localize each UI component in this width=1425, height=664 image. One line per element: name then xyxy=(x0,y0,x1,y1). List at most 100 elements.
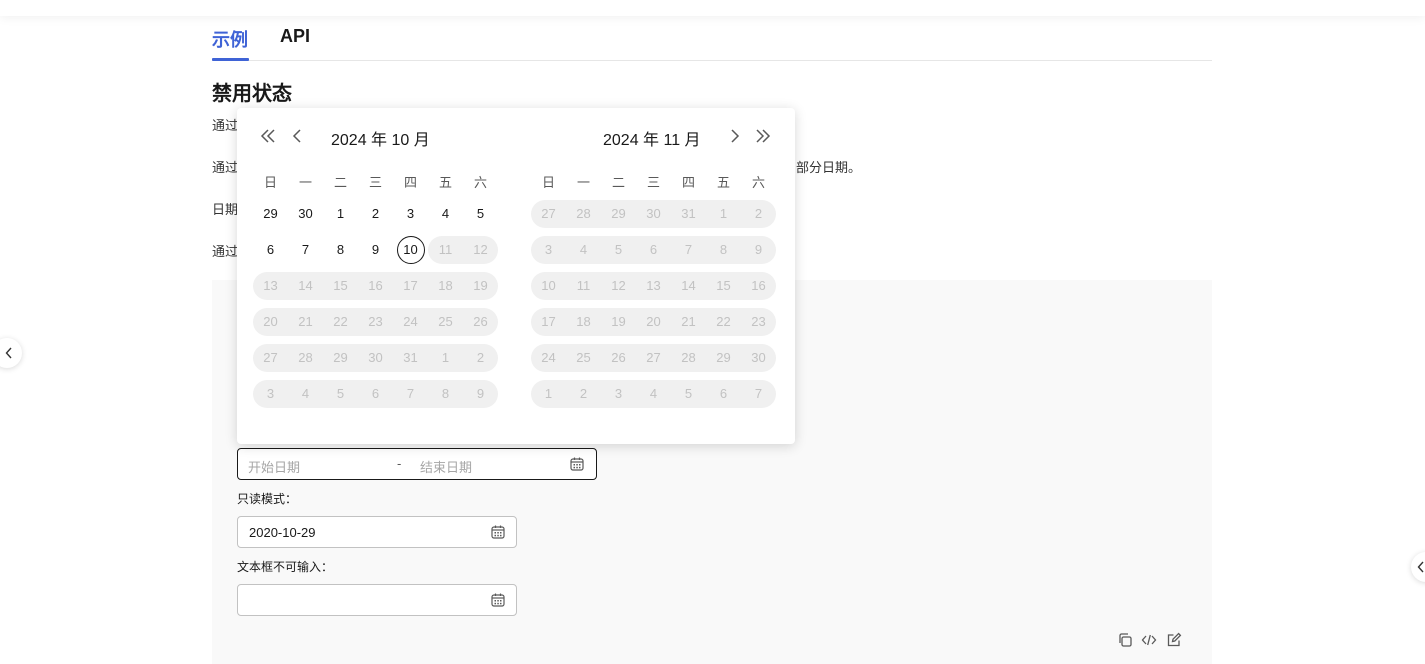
calendar-day-disabled: 6 xyxy=(371,386,380,401)
calendar-week-row: 27 28 29 30 31 1 2 xyxy=(253,344,503,372)
calendar-day[interactable]: 2 xyxy=(358,200,393,228)
calendar-day-disabled: 14 xyxy=(681,278,696,293)
calendar-day-disabled: 23 xyxy=(751,314,766,329)
calendar-day-disabled: 27 xyxy=(646,350,661,365)
chevron-right-icon[interactable] xyxy=(726,127,744,145)
description-line: 日期 xyxy=(212,202,239,217)
calendar-day-disabled: 20 xyxy=(263,314,278,329)
calendar-week-row: 3 4 5 6 7 8 9 xyxy=(253,380,503,408)
calendar-day[interactable]: 30 xyxy=(288,200,323,228)
copy-icon[interactable] xyxy=(1117,632,1133,648)
code-icon[interactable] xyxy=(1141,632,1157,648)
calendar-day[interactable]: 5 xyxy=(463,200,498,228)
calendar-week-row: 10 11 12 13 14 15 16 xyxy=(531,272,781,300)
calendar-day-disabled: 17 xyxy=(403,278,418,293)
calendar-day-disabled: 29 xyxy=(611,206,626,221)
calendar-day-disabled: 25 xyxy=(438,314,453,329)
calendar-day-disabled: 1 xyxy=(544,386,553,401)
calendar-day-disabled: 20 xyxy=(646,314,661,329)
calendar-day[interactable]: 9 xyxy=(358,236,393,264)
weekday-label: 三 xyxy=(646,175,660,190)
calendar-day-disabled: 4 xyxy=(301,386,310,401)
calendar-week-row: 24 25 26 27 28 29 30 xyxy=(531,344,781,372)
tab-api[interactable]: API xyxy=(280,26,310,47)
calendar-day-disabled: 3 xyxy=(266,386,275,401)
readonly-date-input[interactable]: 2020-10-29 xyxy=(237,516,517,548)
calendar-day-disabled: 15 xyxy=(716,278,731,293)
readonly-date-value: 2020-10-29 xyxy=(249,525,316,540)
weekday-label: 五 xyxy=(438,175,452,190)
calendar-day-disabled: 13 xyxy=(263,278,278,293)
calendar-day-disabled: 1 xyxy=(441,350,450,365)
side-panel-expand-button[interactable] xyxy=(1411,552,1425,582)
calendar-icon[interactable] xyxy=(491,593,505,607)
calendar-day-disabled: 30 xyxy=(751,350,766,365)
calendar-day[interactable]: 1 xyxy=(323,200,358,228)
week-rows: 29 30 1 2 3 4 5 6 7 8 9 10 11 12 13 14 15 16 17 18 19 20 21 22 2… xyxy=(253,200,503,408)
calendar-day-disabled: 2 xyxy=(754,206,763,221)
weekday-label: 六 xyxy=(473,175,487,190)
left-month-grid: 日 一 二 三 四 五 六 29 30 1 2 3 4 5 6 7 8 9 10 11 12 13 14 15 1… xyxy=(253,172,503,408)
tab-bar: 示例 API xyxy=(212,24,1212,61)
calendar-day-disabled: 30 xyxy=(368,350,383,365)
calendar-day-disabled: 21 xyxy=(681,314,696,329)
calendar-day-disabled: 14 xyxy=(298,278,313,293)
calendar-day-disabled: 9 xyxy=(476,386,485,401)
right-month-title[interactable]: 2024 年 11 月 xyxy=(603,126,701,150)
side-panel-collapse-button[interactable] xyxy=(0,338,22,368)
section-title: 禁用状态 xyxy=(212,83,292,105)
calendar-day[interactable]: 29 xyxy=(253,200,288,228)
weekday-label: 六 xyxy=(751,175,765,190)
calendar-day-disabled: 28 xyxy=(298,350,313,365)
calendar-week-row: 6 7 8 9 10 11 12 xyxy=(253,236,503,264)
calendar-day[interactable]: 4 xyxy=(428,200,463,228)
start-date-placeholder[interactable]: 开始日期 xyxy=(248,457,300,476)
calendar-icon[interactable] xyxy=(570,457,584,471)
calendar-day-disabled: 28 xyxy=(576,206,591,221)
chevron-left-icon xyxy=(1417,561,1424,573)
calendar-icon[interactable] xyxy=(491,525,505,539)
calendar-day-disabled: 17 xyxy=(541,314,556,329)
top-bar xyxy=(0,0,1425,16)
calendar-day-disabled: 29 xyxy=(716,350,731,365)
calendar-day-disabled: 11 xyxy=(576,278,591,293)
calendar-day-disabled: 3 xyxy=(614,386,623,401)
calendar-day[interactable]: 8 xyxy=(323,236,358,264)
weekday-header: 日 一 二 三 四 五 六 xyxy=(531,172,781,192)
tab-active-indicator xyxy=(212,58,249,61)
calendar-week-row: 29 30 1 2 3 4 5 xyxy=(253,200,503,228)
weekday-label: 一 xyxy=(298,175,312,190)
calendar-day-disabled: 4 xyxy=(649,386,658,401)
left-month-title[interactable]: 2024 年 10 月 xyxy=(331,126,430,150)
calendar-day-disabled: 10 xyxy=(541,278,556,293)
edit-icon[interactable] xyxy=(1166,632,1182,648)
calendar-week-row: 20 21 22 23 24 25 26 xyxy=(253,308,503,336)
calendar-day-disabled: 27 xyxy=(541,206,556,221)
double-chevron-right-icon[interactable] xyxy=(754,127,772,145)
weekday-label: 三 xyxy=(368,175,382,190)
calendar-day[interactable]: 7 xyxy=(288,236,323,264)
calendar-day-disabled: 18 xyxy=(438,278,453,293)
calendar-day[interactable]: 6 xyxy=(253,236,288,264)
calendar-day-disabled: 16 xyxy=(368,278,383,293)
calendar-day[interactable]: 3 xyxy=(393,200,428,228)
calendar-week-row: 1 2 3 4 5 6 7 xyxy=(531,380,781,408)
calendar-day-today[interactable]: 10 xyxy=(393,236,428,264)
calendar-day-disabled: 30 xyxy=(646,206,661,221)
weekday-label: 二 xyxy=(333,175,347,190)
date-range-popup: 2024 年 10 月 2024 年 11 月 日 一 二 三 四 五 六 29… xyxy=(237,108,795,444)
calendar-day-disabled: 19 xyxy=(473,278,488,293)
calendar-day-disabled: 18 xyxy=(576,314,591,329)
date-range-input[interactable]: 开始日期 - 结束日期 xyxy=(237,448,597,480)
weekday-label: 日 xyxy=(541,175,555,190)
calendar-day-disabled: 16 xyxy=(751,278,766,293)
calendar-day-disabled: 5 xyxy=(684,386,693,401)
no-input-date-input[interactable] xyxy=(237,584,517,616)
chevron-left-icon[interactable] xyxy=(288,127,306,145)
calendar-day-disabled: 1 xyxy=(719,206,728,221)
end-date-placeholder[interactable]: 结束日期 xyxy=(420,457,472,476)
calendar-day-disabled: 26 xyxy=(611,350,626,365)
double-chevron-left-icon[interactable] xyxy=(259,127,277,145)
description-line: 通过 xyxy=(212,160,239,175)
tab-examples[interactable]: 示例 xyxy=(212,26,248,52)
